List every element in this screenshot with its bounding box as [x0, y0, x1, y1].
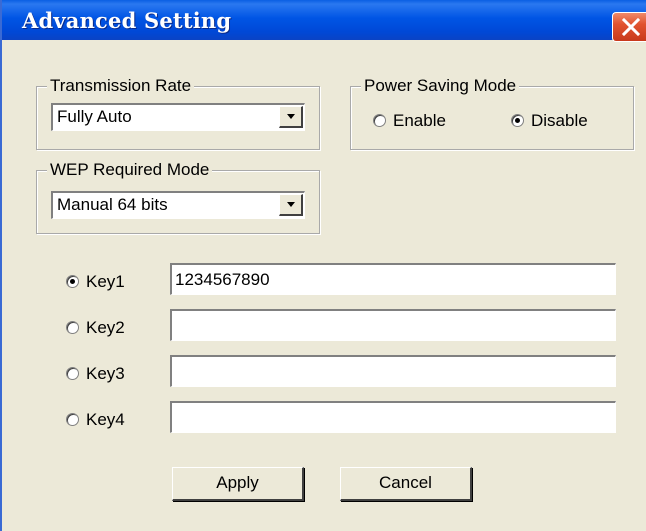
wep-mode-value: Manual 64 bits — [57, 195, 168, 214]
key2-input[interactable] — [170, 309, 616, 341]
wep-mode-group: WEP Required Mode Manual 64 bits — [36, 160, 320, 234]
key4-input[interactable] — [170, 401, 616, 433]
power-saving-enable-radio[interactable]: Enable — [373, 111, 473, 131]
key3-radio[interactable]: Key3 — [66, 364, 146, 384]
key1-input[interactable] — [170, 263, 616, 295]
key4-label: Key4 — [86, 410, 125, 429]
transmission-rate-select[interactable]: Fully Auto — [51, 103, 305, 131]
power-saving-group: Power Saving Mode Enable Disable — [350, 76, 634, 150]
title-bar[interactable]: Advanced Setting — [2, 0, 646, 42]
key2-label: Key2 — [86, 318, 125, 337]
key1-label: Key1 — [86, 272, 125, 291]
radio-button-selected-icon — [511, 114, 524, 127]
cancel-button[interactable]: Cancel — [340, 467, 472, 501]
radio-button-icon — [373, 114, 386, 127]
dialog-title: Advanced Setting — [22, 8, 232, 33]
wep-mode-select[interactable]: Manual 64 bits — [51, 191, 305, 219]
wep-mode-legend: WEP Required Mode — [47, 160, 213, 180]
power-saving-disable-radio[interactable]: Disable — [511, 111, 611, 131]
power-saving-legend: Power Saving Mode — [361, 76, 520, 96]
dropdown-button[interactable] — [279, 106, 303, 128]
power-saving-enable-label: Enable — [393, 111, 446, 130]
transmission-rate-value: Fully Auto — [57, 107, 132, 126]
dropdown-button[interactable] — [279, 194, 303, 216]
apply-button[interactable]: Apply — [172, 467, 304, 501]
advanced-setting-dialog: Advanced Setting Transmission Rate Fully… — [0, 0, 646, 531]
close-button[interactable] — [612, 12, 646, 42]
radio-button-icon — [66, 321, 79, 334]
key3-input[interactable] — [170, 355, 616, 387]
key3-label: Key3 — [86, 364, 125, 383]
key4-radio[interactable]: Key4 — [66, 410, 146, 430]
radio-button-icon — [66, 367, 79, 380]
transmission-rate-legend: Transmission Rate — [47, 76, 195, 96]
power-saving-disable-label: Disable — [531, 111, 588, 130]
key2-radio[interactable]: Key2 — [66, 318, 146, 338]
radio-button-selected-icon — [66, 275, 79, 288]
key1-radio[interactable]: Key1 — [66, 272, 146, 292]
transmission-rate-group: Transmission Rate Fully Auto — [36, 76, 320, 150]
radio-button-icon — [66, 413, 79, 426]
